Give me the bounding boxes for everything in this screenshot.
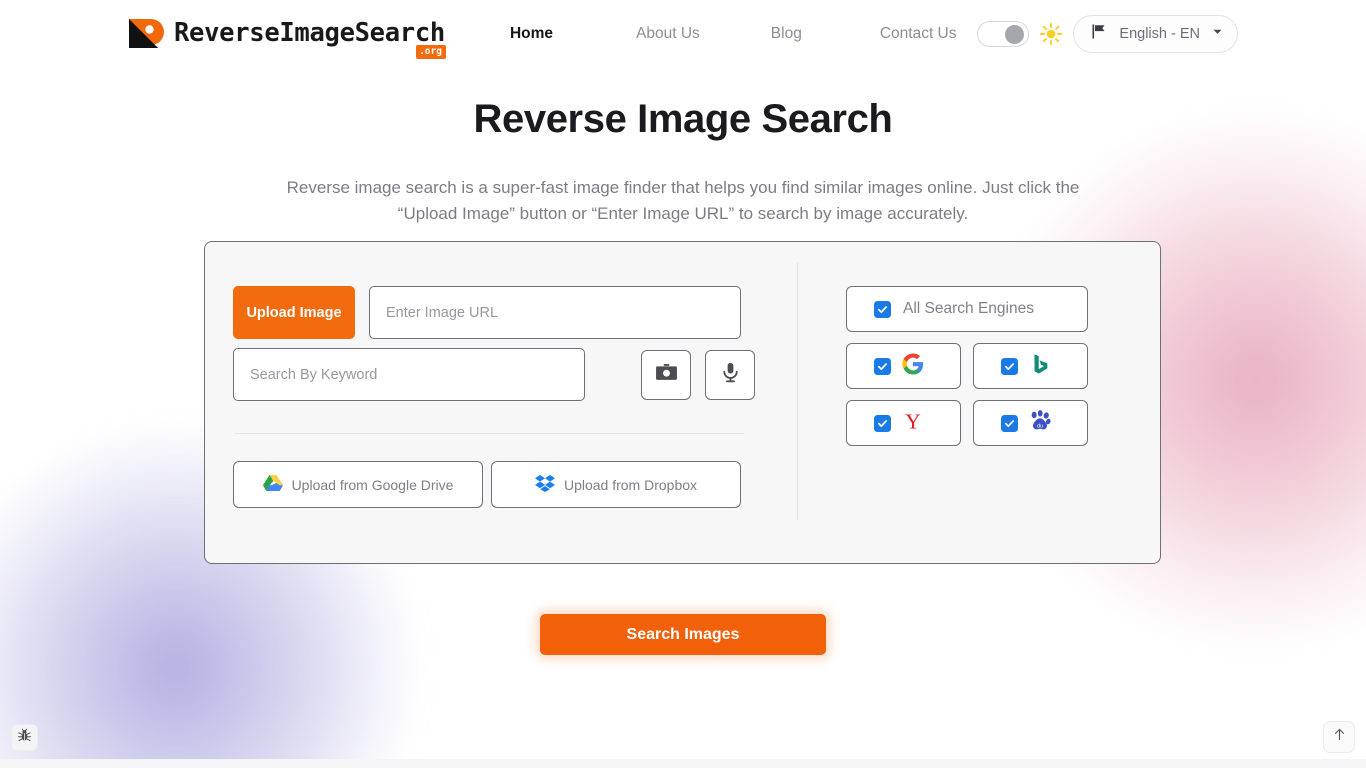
svg-text:du: du <box>1037 423 1043 429</box>
chevron-down-icon <box>1211 25 1224 43</box>
engine-all-label: All Search Engines <box>903 300 1034 317</box>
page-title: Reverse Image Search <box>473 97 893 141</box>
dropbox-icon <box>534 474 555 495</box>
theme-toggle[interactable] <box>977 21 1030 47</box>
image-url-input[interactable] <box>369 286 741 339</box>
sun-icon <box>1039 22 1063 46</box>
search-panel-card: Upload Image Enter Image URL Search By K… <box>204 241 1161 564</box>
voice-search-button[interactable] <box>705 349 755 400</box>
upload-from-dropbox-button[interactable]: Upload from Dropbox <box>491 461 741 508</box>
bug-icon <box>17 728 32 748</box>
upload-from-google-drive-button[interactable]: Upload from Google Drive <box>233 461 483 508</box>
arrow-up-icon <box>1332 727 1347 747</box>
search-keyword-input[interactable] <box>233 348 585 401</box>
header-actions: English - EN <box>977 15 1238 53</box>
search-images-button[interactable]: Search Images <box>540 614 826 655</box>
site-header: ReverseImageSearch .org Home About Us Bl… <box>0 0 1366 68</box>
checkbox-checked-icon[interactable] <box>1001 357 1018 375</box>
flag-icon <box>1091 23 1108 45</box>
google-icon <box>902 352 924 380</box>
language-label: English - EN <box>1119 26 1200 42</box>
engine-google[interactable] <box>846 343 961 389</box>
language-selector[interactable]: English - EN <box>1073 15 1238 53</box>
page-root: ReverseImageSearch .org Home About Us Bl… <box>0 0 1366 768</box>
bug-report-button[interactable] <box>11 724 38 751</box>
site-logo[interactable]: ReverseImageSearch .org <box>127 14 446 59</box>
hero-description: Reverse image search is a super-fast ima… <box>286 178 1080 224</box>
checkbox-checked-icon[interactable] <box>874 300 891 318</box>
nav-item-home[interactable]: Home <box>508 21 555 47</box>
yandex-icon: Y <box>902 409 924 438</box>
theme-toggle-knob <box>1005 25 1025 44</box>
engine-grid: Y du <box>846 343 1160 446</box>
camera-search-button[interactable] <box>641 349 691 400</box>
scroll-to-top-button[interactable] <box>1323 721 1355 753</box>
checkbox-checked-icon[interactable] <box>874 357 891 375</box>
checkbox-checked-icon[interactable] <box>1001 414 1018 432</box>
nav-item-contact-us[interactable]: Contact Us <box>878 21 959 47</box>
upload-image-button[interactable]: Upload Image <box>233 286 355 339</box>
camera-icon <box>655 361 678 389</box>
search-engines-section: All Search Engines Y du <box>798 242 1160 563</box>
panel-divider <box>797 263 798 520</box>
engine-all-search-engines[interactable]: All Search Engines <box>846 286 1088 332</box>
upload-row: Upload Image <box>233 286 798 339</box>
upload-section: Upload Image Enter Image URL Search By K… <box>205 242 798 563</box>
logo-text: ReverseImageSearch <box>174 18 445 49</box>
logo-org-badge: .org <box>416 44 446 59</box>
page-bottom-strip <box>0 759 1366 768</box>
main-navigation: Home About Us Blog Contact Us <box>508 21 959 47</box>
reverse-image-search-logo-icon <box>127 14 165 54</box>
keyword-row <box>233 348 798 401</box>
google-drive-icon <box>262 474 283 495</box>
nav-item-blog[interactable]: Blog <box>769 21 804 47</box>
engine-yandex[interactable]: Y <box>846 400 961 446</box>
bing-icon <box>1029 353 1051 380</box>
checkbox-checked-icon[interactable] <box>874 414 891 432</box>
google-drive-label: Upload from Google Drive <box>291 476 454 493</box>
engine-baidu[interactable]: du <box>973 400 1088 446</box>
baidu-icon: du <box>1029 409 1051 437</box>
engine-bing[interactable] <box>973 343 1088 389</box>
dropbox-label: Upload from Dropbox <box>563 476 698 493</box>
hero-section: Reverse Image Search Reverse image searc… <box>0 96 1366 228</box>
nav-item-about-us[interactable]: About Us <box>634 21 702 47</box>
cloud-upload-row: Upload from Google Drive Upload from Dro… <box>233 461 798 508</box>
section-divider <box>235 433 744 434</box>
svg-text:Y: Y <box>905 409 920 433</box>
microphone-icon <box>719 361 742 389</box>
